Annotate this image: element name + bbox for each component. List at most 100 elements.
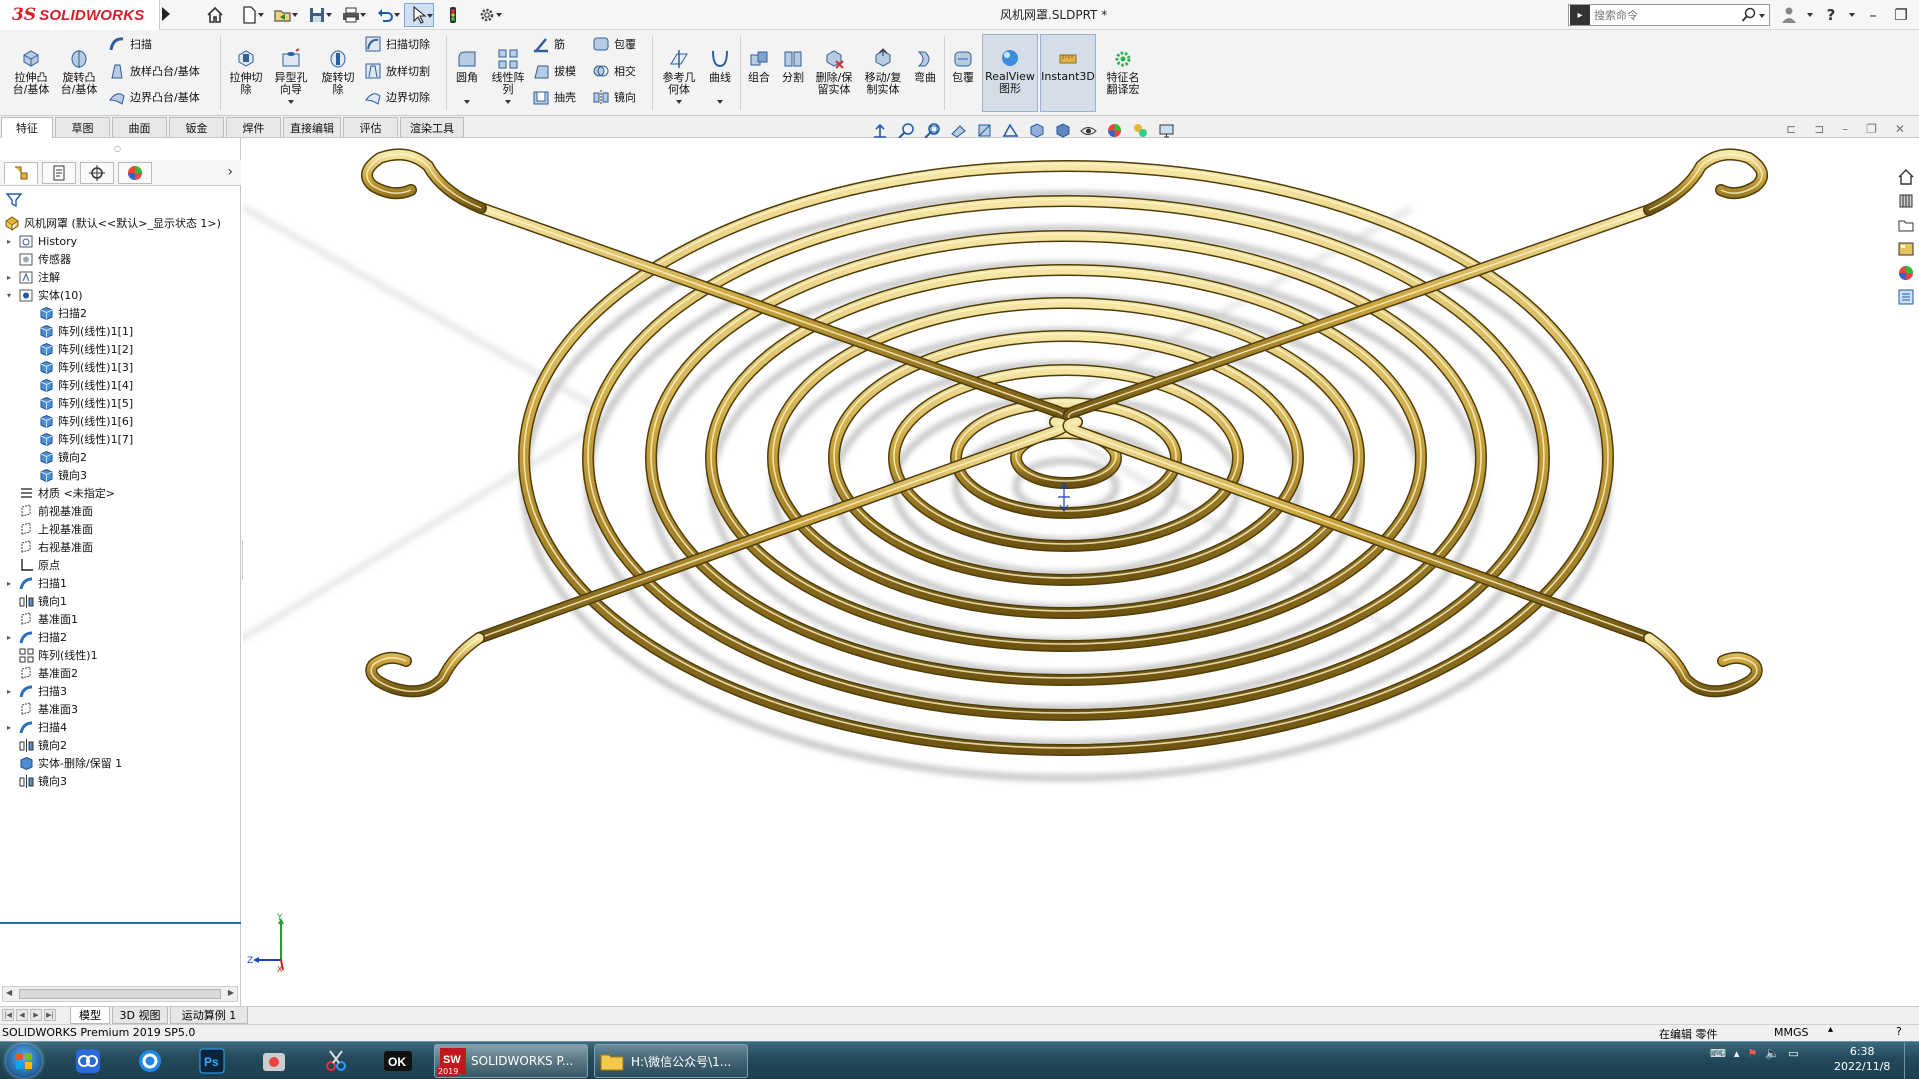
tree-item[interactable]: 镜向2 <box>4 736 67 754</box>
tree-item[interactable]: ▸ 扫描2 <box>4 628 67 646</box>
user-icon[interactable] <box>1778 4 1800 26</box>
previous-view-button[interactable] <box>948 121 969 140</box>
tree-item[interactable]: 阵列(线性)1[4] <box>38 376 133 394</box>
apply-scene-button[interactable] <box>1130 121 1151 140</box>
filter-icon[interactable] <box>6 192 22 208</box>
split-button[interactable]: 分割 <box>778 30 808 84</box>
combine-button[interactable]: 组合 <box>744 30 774 84</box>
view-orientation-button[interactable] <box>1026 121 1047 140</box>
first-tab-icon[interactable]: |◀ <box>2 1009 14 1021</box>
extrude-boss-button[interactable]: 拉伸凸 台/基体 <box>10 30 52 96</box>
tab-direct-editing[interactable]: 直接编辑 <box>283 117 341 137</box>
hide-show-items-button[interactable] <box>1078 121 1099 140</box>
volume-icon[interactable]: 🔈 <box>1765 1046 1780 1060</box>
expand-toggle-icon[interactable]: ▸ <box>4 723 14 732</box>
tab-features[interactable]: 特征 <box>1 117 53 138</box>
taskbar-task-folder[interactable]: H:\微信公众号\1... <box>594 1044 748 1078</box>
reference-geometry-button[interactable]: 参考几 何体 <box>658 30 700 104</box>
tree-item[interactable]: 基准面3 <box>4 700 78 718</box>
tree-item[interactable]: ▸ 扫描3 <box>4 682 67 700</box>
taskbar-app-tool[interactable] <box>310 1044 362 1078</box>
tree-item[interactable]: 原点 <box>4 556 60 574</box>
curves-button[interactable]: 曲线 <box>704 30 736 104</box>
tree-item[interactable]: ▸ 扫描1 <box>4 574 67 592</box>
options-button[interactable] <box>472 3 502 27</box>
panel-tabs-more-icon[interactable]: › <box>227 164 233 180</box>
instant3d-button[interactable]: Instant3D <box>1040 34 1096 112</box>
tree-item[interactable]: ▾ 实体(10) <box>4 286 83 304</box>
new-document-button[interactable] <box>234 3 264 27</box>
graphics-area[interactable] <box>243 138 1891 1006</box>
fillet-button[interactable]: 圆角 <box>452 30 482 104</box>
next-tab-icon[interactable]: ▶ <box>30 1009 42 1021</box>
boundary-boss-button[interactable]: 边界凸台/基体 <box>108 86 200 108</box>
scroll-right-icon[interactable]: ▶ <box>228 988 234 997</box>
viewport-minimize-icon[interactable]: – <box>1842 122 1848 136</box>
revolve-boss-button[interactable]: 旋转凸 台/基体 <box>58 30 100 96</box>
taskbar-app-ok[interactable]: OK <box>372 1044 424 1078</box>
scroll-left-icon[interactable]: ◀ <box>6 988 12 997</box>
tree-item[interactable]: ▸ 注解 <box>4 268 60 286</box>
panel-grip-icon[interactable]: ○ <box>114 144 121 153</box>
flex-button[interactable]: 弯曲 <box>910 30 940 84</box>
tab-weldments[interactable]: 焊件 <box>226 117 281 137</box>
view-orientation-triad-button[interactable] <box>870 121 891 140</box>
tab-motion-study[interactable]: 运动算例 1 <box>170 1007 248 1024</box>
viewport-collapse-icon[interactable]: ⊏ <box>1786 122 1796 136</box>
tree-item[interactable]: 阵列(线性)1[2] <box>38 340 133 358</box>
tree-item[interactable]: 基准面2 <box>4 664 78 682</box>
hole-wizard-button[interactable]: 异型孔 向导 <box>270 30 312 104</box>
status-help-icon[interactable]: ? <box>1896 1025 1902 1038</box>
revolve-cut-button[interactable]: 旋转切 除 <box>318 30 358 96</box>
boundary-cut-button[interactable]: 边界切除 <box>364 86 430 108</box>
taskbar-task-solidworks[interactable]: SW 2019 SOLIDWORKS P... <box>434 1044 588 1078</box>
feature-manager-tab[interactable] <box>4 162 38 184</box>
tab-model[interactable]: 模型 <box>70 1007 110 1024</box>
tree-item[interactable]: 镜向3 <box>38 466 87 484</box>
keyboard-icon[interactable]: ⌨ <box>1710 1047 1726 1060</box>
tree-item[interactable]: 阵列(线性)1[3] <box>38 358 133 376</box>
appearances-scenes-icon[interactable] <box>1895 263 1917 283</box>
tree-item[interactable]: 阵列(线性)1[1] <box>38 322 133 340</box>
zoom-to-area-button[interactable] <box>922 121 943 140</box>
minimize-icon[interactable]: – <box>1862 4 1884 26</box>
home-button[interactable] <box>200 3 230 27</box>
tree-item[interactable]: 前视基准面 <box>4 502 93 520</box>
taskbar-app-baidu[interactable] <box>62 1044 114 1078</box>
mirror-button[interactable]: 镜向 <box>592 86 636 108</box>
viewport-expand-icon[interactable]: ⊐ <box>1814 122 1824 136</box>
tree-item[interactable]: 实体-删除/保留 1 <box>4 754 122 772</box>
search-icon[interactable] <box>1741 7 1757 23</box>
rollback-bar[interactable] <box>0 922 241 924</box>
tree-item[interactable]: 镜向2 <box>38 448 87 466</box>
rib-button[interactable]: 筋 <box>532 33 565 55</box>
taskbar-app-capture[interactable] <box>248 1044 300 1078</box>
view-settings-button[interactable] <box>1156 121 1177 140</box>
loft-boss-button[interactable]: 放样凸台/基体 <box>108 60 200 82</box>
expand-toggle-icon[interactable]: ▸ <box>4 633 14 642</box>
search-input[interactable] <box>1594 8 1734 22</box>
draft-button[interactable]: 拔模 <box>532 60 576 82</box>
user-dropdown-icon[interactable] <box>1806 4 1814 26</box>
tree-item[interactable]: ▸ History <box>4 232 77 250</box>
property-manager-tab[interactable] <box>42 162 76 184</box>
tree-item[interactable]: 阵列(线性)1[6] <box>38 412 133 430</box>
tree-item[interactable]: 材质 <未指定> <box>4 484 115 502</box>
solidworks-logo[interactable]: 3S SOLIDWORKS <box>0 0 160 30</box>
taskbar-app-photoshop[interactable]: Ps <box>186 1044 238 1078</box>
tab-evaluate[interactable]: 评估 <box>343 117 398 137</box>
tree-item[interactable]: 传感器 <box>4 250 71 268</box>
undo-button[interactable] <box>370 3 400 27</box>
wrap-button[interactable]: 包覆 <box>592 33 636 55</box>
panel-horizontal-scrollbar[interactable]: ◀ ▶ <box>2 986 238 1002</box>
swept-cut-button[interactable]: 扫描切除 <box>364 33 430 55</box>
realview-graphics-button[interactable]: RealView 图形 <box>982 34 1038 112</box>
section-view-button[interactable] <box>974 121 995 140</box>
expand-toggle-icon[interactable]: ▸ <box>4 237 14 246</box>
tray-expand-icon[interactable]: ▴ <box>1734 1047 1740 1060</box>
tree-item[interactable]: 基准面1 <box>4 610 78 628</box>
move-copy-body-button[interactable]: 移动/复 制实体 <box>860 30 906 96</box>
search-dropdown-icon[interactable] <box>1759 14 1765 18</box>
units-menu-icon[interactable]: ▴ <box>1828 1024 1833 1035</box>
expand-toggle-icon[interactable]: ▾ <box>4 291 14 300</box>
